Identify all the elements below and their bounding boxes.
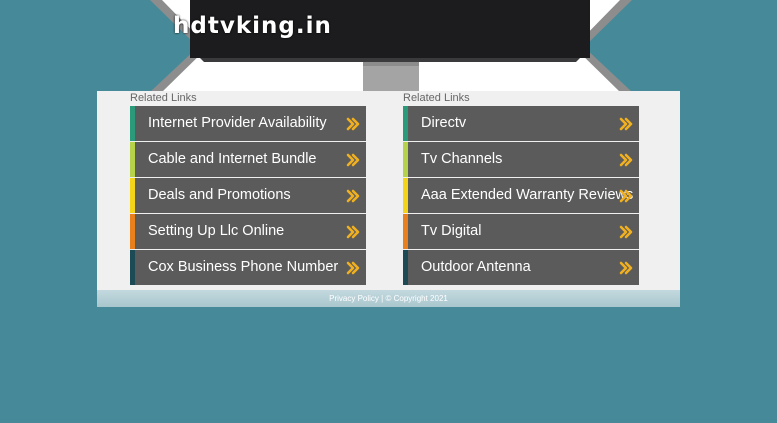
link-label[interactable]: Internet Provider Availability	[148, 106, 327, 141]
related-link-item[interactable]: Deals and Promotions	[130, 178, 366, 213]
related-link-item[interactable]: Tv Channels	[403, 142, 639, 177]
link-label[interactable]: Cox Business Phone Number	[148, 250, 338, 285]
footer-bar: Privacy Policy | © Copyright 2021	[97, 290, 680, 307]
double-chevron-right-icon	[346, 225, 360, 239]
link-label[interactable]: Aaa Extended Warranty Reviews	[421, 178, 633, 213]
column-heading: Related Links	[130, 92, 197, 104]
related-link-item[interactable]: Directv	[403, 106, 639, 141]
related-links-panel: Related Links Internet Provider Availabi…	[97, 91, 680, 290]
related-links-column-left: Related Links Internet Provider Availabi…	[130, 91, 366, 286]
accent-bar	[403, 250, 408, 285]
accent-bar	[403, 214, 408, 249]
site-title[interactable]: hdtvking.in	[173, 13, 332, 39]
link-label[interactable]: Deals and Promotions	[148, 178, 291, 213]
link-label[interactable]: Directv	[421, 106, 466, 141]
copyright-text: © Copyright 2021	[385, 294, 448, 303]
double-chevron-right-icon	[619, 189, 633, 203]
double-chevron-right-icon	[619, 225, 633, 239]
related-links-column-right: Related Links Directv Tv Channels Aaa Ex…	[403, 91, 639, 286]
tv-stand	[363, 62, 419, 92]
link-label[interactable]: Cable and Internet Bundle	[148, 142, 317, 177]
accent-bar	[403, 106, 408, 141]
link-label[interactable]: Tv Digital	[421, 214, 481, 249]
double-chevron-right-icon	[619, 153, 633, 167]
link-label[interactable]: Outdoor Antenna	[421, 250, 531, 285]
related-link-item[interactable]: Tv Digital	[403, 214, 639, 249]
double-chevron-right-icon	[346, 153, 360, 167]
accent-bar	[130, 214, 135, 249]
double-chevron-right-icon	[346, 189, 360, 203]
related-link-item[interactable]: Cox Business Phone Number	[130, 250, 366, 285]
double-chevron-right-icon	[619, 117, 633, 131]
accent-bar	[130, 178, 135, 213]
link-label[interactable]: Setting Up Llc Online	[148, 214, 284, 249]
double-chevron-right-icon	[346, 261, 360, 275]
double-chevron-right-icon	[346, 117, 360, 131]
column-heading: Related Links	[403, 92, 470, 104]
accent-bar	[130, 106, 135, 141]
privacy-policy-link[interactable]: Privacy Policy	[329, 294, 379, 303]
related-link-item[interactable]: Outdoor Antenna	[403, 250, 639, 285]
related-link-item[interactable]: Cable and Internet Bundle	[130, 142, 366, 177]
related-link-item[interactable]: Internet Provider Availability	[130, 106, 366, 141]
accent-bar	[403, 178, 408, 213]
related-link-item[interactable]: Setting Up Llc Online	[130, 214, 366, 249]
link-label[interactable]: Tv Channels	[421, 142, 502, 177]
accent-bar	[130, 250, 135, 285]
accent-bar	[130, 142, 135, 177]
related-link-item[interactable]: Aaa Extended Warranty Reviews	[403, 178, 639, 213]
tv-header-illustration	[150, 0, 632, 92]
double-chevron-right-icon	[619, 261, 633, 275]
accent-bar	[403, 142, 408, 177]
